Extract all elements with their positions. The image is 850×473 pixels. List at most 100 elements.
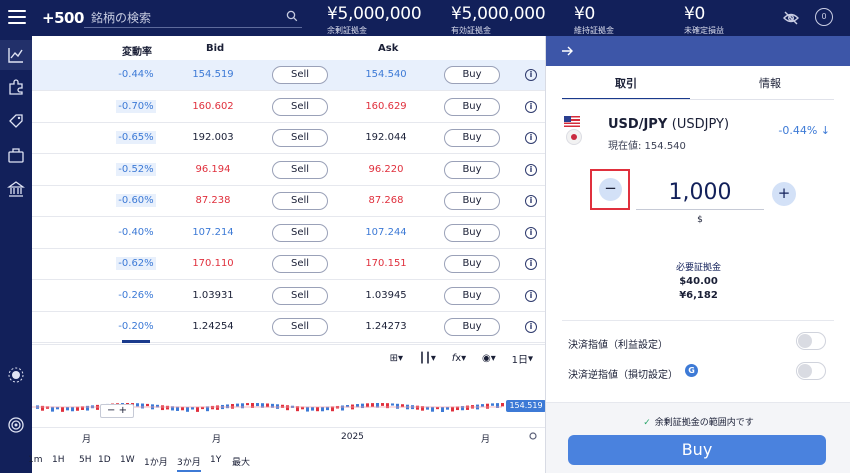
quote-row[interactable]: -0.62% 170.110 Sell 170.151 Buy i: [32, 249, 545, 280]
zoom-out-button[interactable]: −: [107, 405, 115, 416]
buy-quote-button[interactable]: Buy: [444, 66, 500, 84]
tag-icon[interactable]: [7, 112, 25, 130]
buy-quote-button[interactable]: Buy: [444, 286, 500, 305]
candle: [246, 403, 249, 406]
timeframe-option[interactable]: 最大: [232, 455, 250, 468]
candlestick-icon[interactable]: ┃┃▾: [419, 353, 436, 364]
quote-row[interactable]: -0.70% 160.602 Sell 160.629 Buy i: [32, 92, 545, 123]
info-icon[interactable]: i: [525, 226, 537, 239]
guaranteed-stop-icon[interactable]: G: [685, 364, 698, 377]
quote-row[interactable]: -0.40% 107.214 Sell 107.244 Buy i: [32, 218, 545, 249]
quote-row[interactable]: -0.20% 1.24254 Sell 1.24273 Buy i: [32, 312, 545, 343]
buy-quote-button[interactable]: Buy: [444, 223, 500, 242]
puzzle-icon[interactable]: [7, 78, 25, 96]
stat-value: ¥0: [574, 4, 596, 24]
timeframe-option[interactable]: 1m: [28, 455, 43, 465]
sidebar-item-chart[interactable]: [0, 40, 32, 70]
buy-quote-button[interactable]: Buy: [444, 192, 500, 210]
quote-bid: 154.519: [192, 69, 234, 80]
buy-button[interactable]: Buy: [568, 435, 826, 465]
candle: [166, 405, 169, 410]
quote-change: -0.40%: [118, 226, 154, 238]
zoom-in-button[interactable]: +: [119, 405, 127, 416]
stat-label: 維持証拠金: [574, 26, 614, 35]
stat-value: ¥5,000,000: [451, 4, 546, 24]
timeframe-option[interactable]: 1Y: [210, 455, 221, 465]
price-chart[interactable]: ⊞▾ ┃┃▾ fx▾ ◉▾ 1日▾ − + 154.519 月 月 2025 月…: [28, 344, 546, 473]
info-icon[interactable]: i: [525, 321, 537, 333]
quote-change: -0.44%: [118, 69, 154, 80]
search-input[interactable]: [84, 8, 274, 27]
quote-row[interactable]: -0.26% 1.03931 Sell 1.03945 Buy i: [32, 281, 545, 312]
info-icon[interactable]: i: [525, 132, 537, 144]
visibility-eye-icon[interactable]: ◉▾: [482, 353, 496, 364]
tab-info[interactable]: 情報: [706, 74, 834, 100]
info-icon[interactable]: i: [525, 258, 537, 270]
timeframe-option[interactable]: 1か月: [144, 455, 168, 468]
sell-button[interactable]: Sell: [272, 286, 328, 305]
take-profit-row: 決済指値（利益設定）: [568, 332, 828, 354]
eye-off-icon[interactable]: [782, 10, 800, 26]
sell-button[interactable]: Sell: [272, 192, 328, 210]
sell-button[interactable]: Sell: [272, 129, 328, 147]
search-box[interactable]: [84, 8, 302, 28]
candle: [441, 406, 444, 412]
timeframe-option[interactable]: 1H: [52, 455, 65, 465]
quantity-increase-button[interactable]: +: [772, 182, 796, 206]
quantity-input[interactable]: 1,000: [636, 176, 764, 210]
stop-loss-toggle[interactable]: [796, 362, 826, 380]
info-icon[interactable]: i: [525, 195, 537, 207]
row-focus-indicator: [122, 340, 150, 343]
buy-quote-button[interactable]: Buy: [444, 129, 500, 147]
tab-trade[interactable]: 取引: [562, 74, 690, 100]
search-icon[interactable]: [286, 10, 298, 22]
candle: [316, 406, 319, 412]
bank-icon[interactable]: [7, 180, 25, 198]
quote-row[interactable]: -0.60% 87.238 Sell 87.268 Buy i: [32, 186, 545, 217]
menu-icon[interactable]: [8, 10, 26, 24]
quote-row[interactable]: -0.52% 96.194 Sell 96.220 Buy i: [32, 155, 545, 186]
sell-button[interactable]: Sell: [272, 318, 328, 336]
timeframe-select[interactable]: 1日▾: [512, 351, 533, 367]
quote-bid: 96.194: [195, 163, 231, 175]
timeframe-option[interactable]: 5H: [79, 455, 92, 465]
timeframe-option[interactable]: 1W: [120, 455, 135, 465]
info-icon[interactable]: i: [525, 289, 537, 302]
candle: [181, 406, 184, 411]
take-profit-toggle[interactable]: [796, 332, 826, 350]
indicator-fx-icon[interactable]: fx▾: [452, 353, 466, 364]
candle: [161, 405, 164, 411]
buy-quote-button[interactable]: Buy: [444, 160, 500, 179]
chart-settings-icon[interactable]: [528, 431, 538, 441]
quote-change: -0.60%: [116, 194, 156, 207]
sell-button[interactable]: Sell: [272, 66, 328, 84]
target-icon[interactable]: [7, 416, 25, 434]
quantity-decrease-button[interactable]: −: [599, 178, 622, 201]
candle: [501, 403, 504, 407]
collapse-arrow-icon[interactable]: [560, 44, 574, 58]
candle: [386, 403, 389, 409]
sell-button[interactable]: Sell: [272, 255, 328, 273]
quote-row[interactable]: -0.44% 154.519 Sell 154.540 Buy i: [32, 60, 545, 91]
candle: [416, 405, 419, 410]
us-flag-icon: [564, 116, 580, 127]
order-footer: ✓ 余剰証拠金の範囲内です Buy: [546, 402, 850, 473]
sell-button[interactable]: Sell: [272, 97, 328, 116]
info-icon[interactable]: i: [525, 69, 537, 81]
brightness-icon[interactable]: [7, 366, 25, 384]
briefcase-icon[interactable]: [7, 146, 25, 164]
quote-row[interactable]: -0.65% 192.003 Sell 192.044 Buy i: [32, 123, 545, 154]
info-icon[interactable]: i: [525, 163, 537, 176]
notification-badge-icon[interactable]: 0: [815, 8, 833, 26]
buy-quote-button[interactable]: Buy: [444, 255, 500, 273]
timeframe-option[interactable]: 1D: [98, 455, 111, 465]
timeframe-option[interactable]: 3か月: [177, 455, 201, 472]
stat-label: 有効証拠金: [451, 26, 491, 35]
buy-quote-button[interactable]: Buy: [444, 318, 500, 336]
sell-button[interactable]: Sell: [272, 160, 328, 179]
buy-quote-button[interactable]: Buy: [444, 97, 500, 116]
sell-button[interactable]: Sell: [272, 223, 328, 242]
zoom-controls[interactable]: − +: [100, 404, 134, 418]
info-icon[interactable]: i: [525, 100, 537, 113]
layout-grid-icon[interactable]: ⊞▾: [390, 353, 403, 364]
